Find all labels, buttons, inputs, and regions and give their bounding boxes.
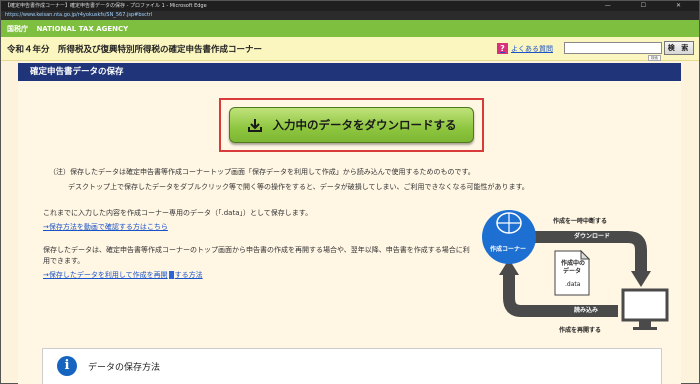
section-title: 確定申告書データの保存 xyxy=(18,63,681,81)
search-tip: 検索 xyxy=(648,55,661,61)
address-url[interactable]: https://www.keisan.nta.go.jp/r4yokuskfs/… xyxy=(5,12,152,18)
main-content: 確定申告書データの保存 入力中のデータをダウンロードする （注）保存したデータは… xyxy=(18,63,681,384)
resume-label: 作成を再開する xyxy=(559,327,602,334)
nta-header: 国税庁 NATIONAL TAX AGENCY xyxy=(1,20,699,37)
resume-guide-link[interactable]: →保存したデータを利用して作成を再開 する方法 xyxy=(43,270,203,280)
read-tag: 読み込み xyxy=(573,307,598,314)
save-description: これまでに入力した内容を作成コーナー専用のデータ（「.data」）として保存しま… xyxy=(43,209,313,217)
corner-subheader: 令和４年分 所得税及び復興特別所得税の確定申告書作成コーナー ? よくある質問 … xyxy=(1,37,699,61)
video-guide-link[interactable]: →保存方法を動画で確認する方はこちら xyxy=(43,222,168,232)
window-title: 【確定申告書作成コーナー】確定申告書データの保存 - プロファイル 1 - Mi… xyxy=(5,3,207,9)
download-icon xyxy=(247,119,262,132)
window-titlebar: 【確定申告書作成コーナー】確定申告書データの保存 - プロファイル 1 - Mi… xyxy=(1,1,699,11)
reuse-description: 保存したデータは、確定申告書等作成コーナーのトップ画面から申告書の作成を再開する… xyxy=(43,246,470,265)
note-line-2: デスクトップ上で保存したデータをダブルクリック等で開く等の操作をすると、データが… xyxy=(68,183,529,191)
save-method-title[interactable]: データの保存方法 xyxy=(88,360,160,373)
search-input[interactable] xyxy=(564,42,662,54)
save-method-box[interactable]: i データの保存方法 xyxy=(42,348,662,384)
window-controls[interactable]: — ☐ ✕ xyxy=(605,1,695,11)
nta-name: NATIONAL TAX AGENCY xyxy=(36,25,129,33)
corner-label: 作成コーナー xyxy=(490,246,527,253)
faq-link[interactable]: ? よくある質問 xyxy=(497,43,553,54)
note-line-1: （注）保存したデータは確定申告書等作成コーナートップ画面「保存データを利用して作… xyxy=(49,168,475,176)
question-icon: ? xyxy=(497,43,508,54)
address-bar[interactable]: https://www.keisan.nta.go.jp/r4yokuskfs/… xyxy=(1,11,699,20)
save-flow-diagram: 作成コーナー 作成を一時中断する ダウンロード 作成中の データ .data 読… xyxy=(473,203,673,338)
text-cursor xyxy=(168,271,174,279)
faq-label[interactable]: よくある質問 xyxy=(511,44,553,54)
resume-link-text-b[interactable]: する方法 xyxy=(175,271,203,279)
download-tag: ダウンロード xyxy=(573,233,610,240)
save-button-highlight: 入力中のデータをダウンロードする xyxy=(219,98,484,152)
download-button-label: 入力中のデータをダウンロードする xyxy=(272,118,457,132)
corner-title: 令和４年分 所得税及び復興特別所得税の確定申告書作成コーナー xyxy=(7,45,263,55)
file-label-2: データ xyxy=(563,268,582,275)
resume-link-text-a[interactable]: →保存したデータを利用して作成を再開 xyxy=(43,271,168,279)
suspend-label: 作成を一時中断する xyxy=(553,218,608,225)
download-data-button[interactable]: 入力中のデータをダウンロードする xyxy=(229,107,474,143)
file-ext: .data xyxy=(565,281,581,288)
search-button[interactable]: 検 索 xyxy=(664,41,694,55)
browser-window: 【確定申告書作成コーナー】確定申告書データの保存 - プロファイル 1 - Mi… xyxy=(0,0,700,384)
nta-logo[interactable]: 国税庁 xyxy=(7,24,28,33)
info-icon: i xyxy=(57,356,77,376)
